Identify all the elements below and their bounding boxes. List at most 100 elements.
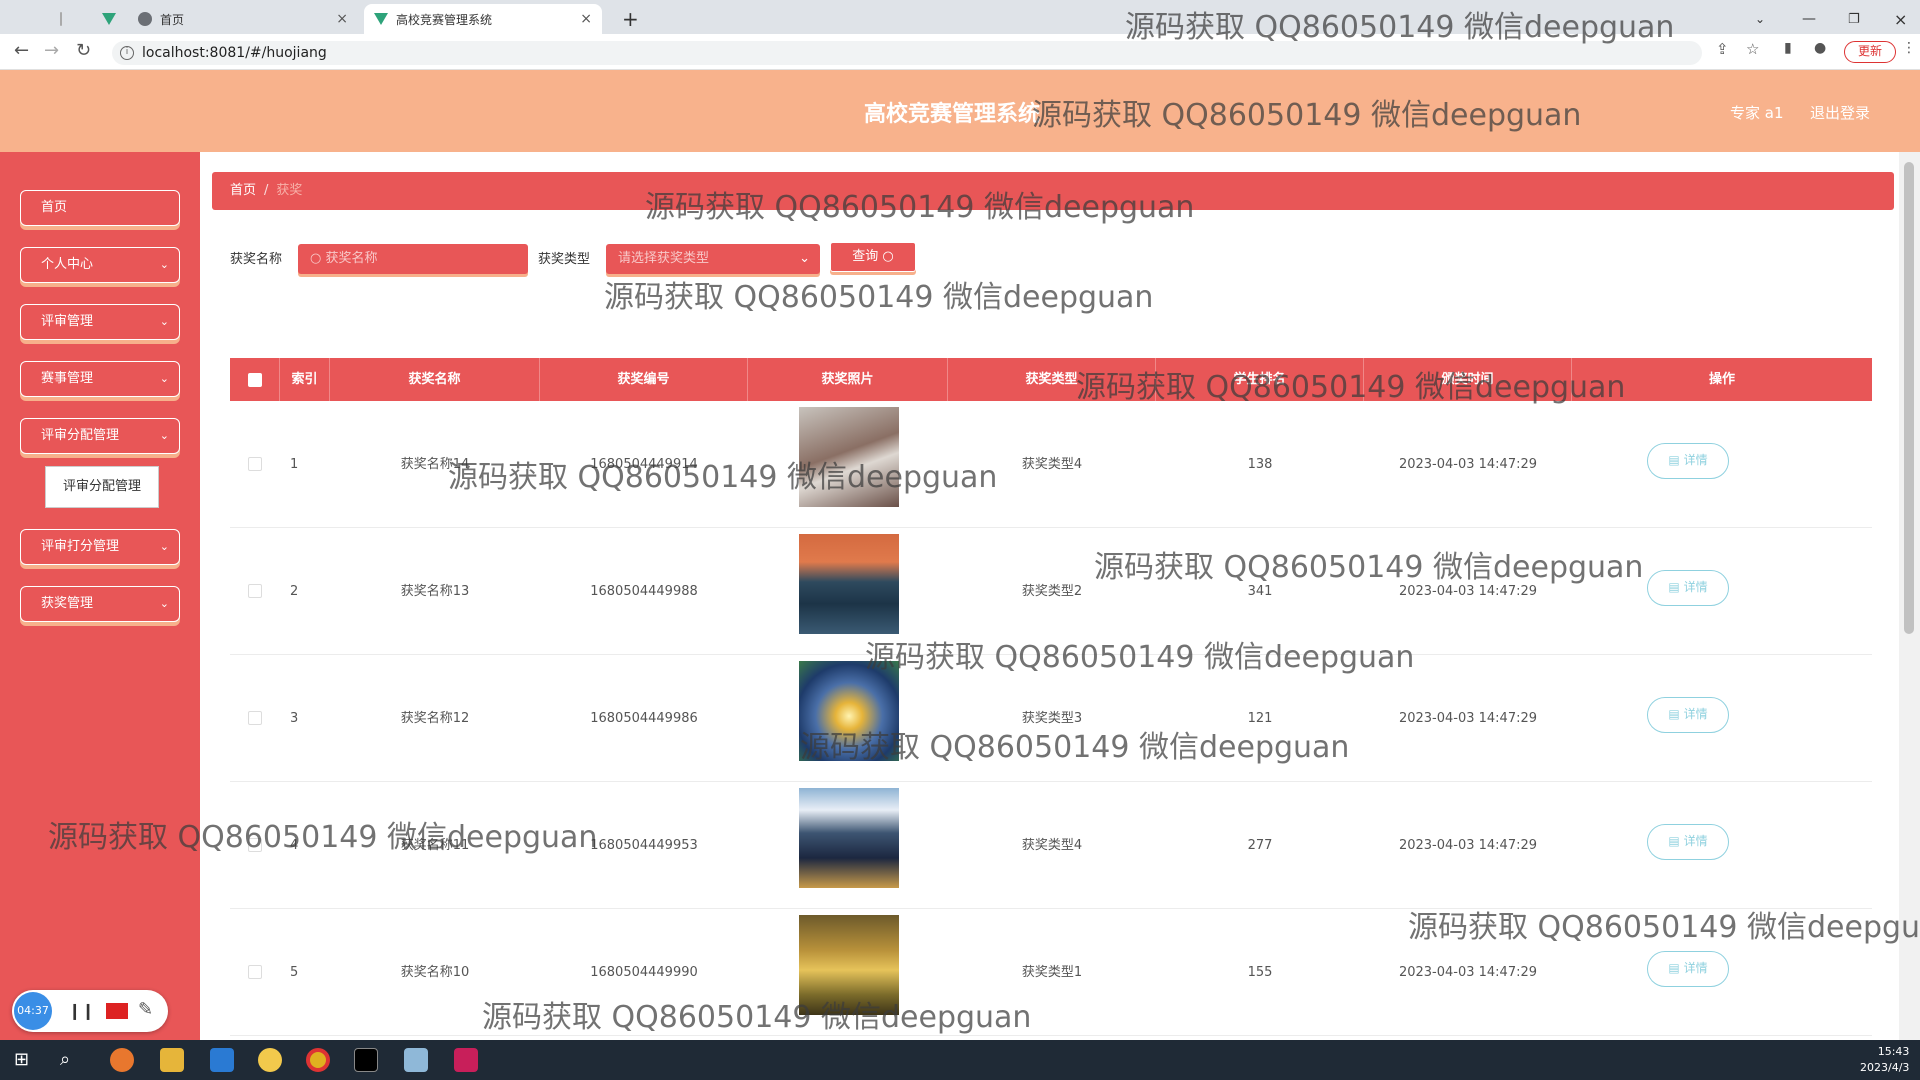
tab-label: 高校竞赛管理系统 (396, 12, 493, 27)
watermark-text: 源码获取 QQ86050149 微信deepguan (48, 820, 598, 855)
close-icon[interactable]: × (580, 11, 592, 27)
cell-index: 2 (290, 584, 299, 599)
col-code: 获奖编号 (540, 358, 748, 401)
detail-label: 详情 (1683, 453, 1708, 467)
taskbar: ⊞ ⌕ 15:43 2023/4/3 (0, 1040, 1920, 1080)
minimize-button[interactable]: — (1792, 4, 1826, 34)
detail-label: 详情 (1683, 580, 1708, 594)
app-title: 高校竞赛管理系统 (864, 102, 1041, 127)
pen-icon[interactable]: ✎ (138, 999, 153, 1020)
cell-name: 获奖名称13 (400, 584, 470, 599)
sidebar-item-home[interactable]: 首页 (20, 190, 180, 226)
detail-button[interactable]: ▤ 详情 (1647, 570, 1729, 606)
row-checkbox[interactable] (248, 457, 262, 471)
sidebar-item-review-score[interactable]: 评审打分管理 ⌄ (20, 529, 180, 565)
document-icon: ▤ (1668, 707, 1684, 721)
watermark-text: 源码获取 QQ86050149 微信deepguan (1094, 550, 1644, 585)
profile-icon[interactable]: ● (1814, 40, 1826, 56)
submenu-item-review-assign[interactable]: 评审分配管理 (45, 466, 159, 508)
tab-home[interactable]: 首页 × (128, 4, 358, 34)
col-index: 索引 (280, 358, 330, 401)
info-icon: i (120, 46, 134, 60)
pinned-tab[interactable] (8, 4, 36, 34)
maximize-button[interactable]: ❐ (1838, 4, 1870, 34)
sidebar-item-contest[interactable]: 赛事管理 ⌄ (20, 361, 180, 397)
terminal-icon[interactable] (354, 1048, 378, 1072)
pause-icon[interactable]: ❙❙ (68, 1001, 95, 1020)
system-clock[interactable]: 15:43 2023/4/3 (1860, 1044, 1909, 1076)
sidebar-item-profile[interactable]: 个人中心 ⌄ (20, 247, 180, 283)
sidebar-item-label: 评审打分管理 (41, 539, 120, 554)
vue-logo-icon (102, 13, 116, 25)
search-icon: ○ (882, 249, 894, 264)
breadcrumb-home[interactable]: 首页 (230, 183, 256, 198)
watermark-text: 源码获取 QQ86050149 微信deepguan (645, 190, 1195, 225)
tab-active[interactable]: 高校竞赛管理系统 × (364, 4, 602, 34)
cell-time: 2023-04-03 14:47:29 (1398, 838, 1538, 853)
chevron-down-icon: ⌄ (159, 372, 169, 385)
cell-index: 5 (290, 965, 299, 980)
search-icon[interactable]: ⌕ (60, 1048, 84, 1072)
new-tab-button[interactable]: + (612, 4, 642, 34)
logout-link[interactable]: 退出登录 (1810, 102, 1870, 123)
cell-rank: 138 (1247, 457, 1273, 472)
chevron-down-icon[interactable]: ⌄ (1745, 4, 1775, 34)
file-explorer-icon[interactable] (160, 1048, 184, 1072)
sidebar-item-awards[interactable]: 获奖管理 ⌄ (20, 586, 180, 622)
firefox-icon[interactable] (110, 1048, 134, 1072)
sidebar-item-review-assign[interactable]: 评审分配管理 ⌄ (20, 418, 180, 454)
sidebar-item-label: 获奖管理 (41, 596, 94, 611)
chevron-down-icon: ⌄ (159, 429, 169, 442)
detail-label: 详情 (1683, 834, 1708, 848)
document-icon: ▤ (1668, 580, 1684, 594)
name-filter-input[interactable]: ○ 获奖名称 (298, 244, 528, 274)
cell-code: 1680504449986 (590, 711, 698, 726)
intellij-icon[interactable] (454, 1048, 478, 1072)
close-icon[interactable]: × (336, 11, 348, 27)
detail-button[interactable]: ▤ 详情 (1647, 951, 1729, 987)
update-button[interactable]: 更新 (1844, 41, 1896, 63)
notepad-icon[interactable] (404, 1048, 428, 1072)
select-all-checkbox[interactable] (247, 372, 262, 387)
row-checkbox[interactable] (248, 584, 262, 598)
row-checkbox[interactable] (248, 965, 262, 979)
award-photo[interactable] (799, 534, 899, 634)
detail-button[interactable]: ▤ 详情 (1647, 824, 1729, 860)
windows-start-icon[interactable]: ⊞ (14, 1048, 38, 1072)
clock-date: 2023/4/3 (1860, 1061, 1910, 1074)
app-icon[interactable] (258, 1048, 282, 1072)
detail-button[interactable]: ▤ 详情 (1647, 443, 1729, 479)
query-label: 查询 (852, 249, 879, 264)
detail-label: 详情 (1683, 707, 1708, 721)
reload-icon[interactable]: ↻ (76, 40, 91, 61)
award-photo[interactable] (799, 788, 899, 888)
search-icon: ○ (310, 251, 326, 266)
forward-icon[interactable]: → (44, 40, 59, 61)
document-icon: ▤ (1668, 834, 1684, 848)
back-icon[interactable]: ← (14, 40, 29, 61)
current-user[interactable]: 专家 a1 (1730, 102, 1784, 123)
query-button[interactable]: 查询 ○ (830, 242, 916, 272)
table-header: 索引 获奖名称 获奖编号 获奖照片 获奖类型 学生排名 颁奖时间 操作 (230, 358, 1872, 401)
detail-button[interactable]: ▤ 详情 (1647, 697, 1729, 733)
detail-label: 详情 (1683, 961, 1708, 975)
menu-icon[interactable]: ⋮ (1902, 40, 1916, 56)
pinned-tab[interactable] (92, 4, 120, 34)
star-icon[interactable]: ☆ (1746, 40, 1759, 58)
watermark-text: 源码获取 QQ86050149 微信deepguan (865, 640, 1415, 675)
type-filter-select[interactable]: 请选择获奖类型 ⌄ (606, 244, 820, 274)
cell-rank: 277 (1247, 838, 1273, 853)
stop-icon[interactable] (106, 1003, 128, 1019)
row-checkbox[interactable] (248, 711, 262, 725)
window-close-button[interactable]: × (1884, 4, 1917, 34)
vscode-icon[interactable] (210, 1048, 234, 1072)
chevron-down-icon: ⌄ (159, 315, 169, 328)
document-icon: ▤ (1668, 453, 1684, 467)
sidebar-item-review[interactable]: 评审管理 ⌄ (20, 304, 180, 340)
sidepanel-icon[interactable]: ▮ (1784, 40, 1792, 56)
scrollbar-thumb[interactable] (1904, 162, 1914, 634)
pinned-tab[interactable] (50, 4, 78, 34)
sidebar-item-label: 首页 (41, 200, 68, 215)
share-icon[interactable]: ⇪ (1716, 40, 1729, 58)
chrome-icon[interactable] (306, 1048, 330, 1072)
